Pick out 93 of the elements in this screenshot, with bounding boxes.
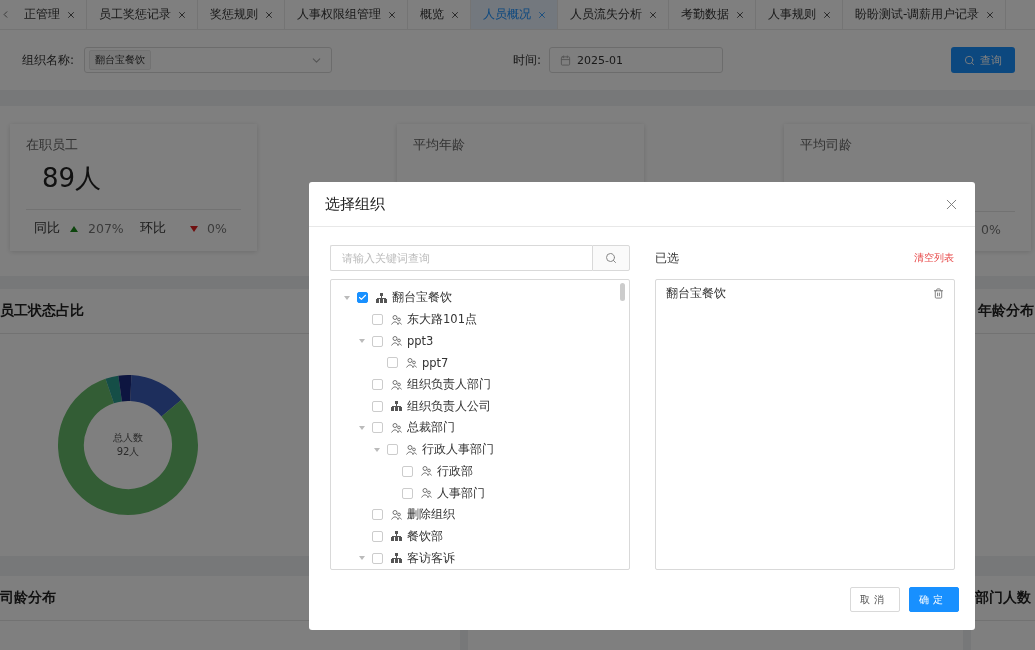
expand-caret-icon[interactable] [359,339,365,344]
search-icon [964,54,975,66]
tree-node[interactable]: 组织负责人公司 [337,395,629,418]
compare-label: 环比 [140,220,167,237]
node-label: 总裁部门 [407,420,455,436]
close-icon[interactable] [648,9,658,20]
checkbox[interactable] [372,422,383,434]
dialog-title: 选择组织 [325,194,385,214]
cancel-button[interactable]: 取消 [850,587,900,612]
close-icon[interactable] [177,9,187,20]
close-icon[interactable] [450,9,460,20]
compare-value: 0% [981,222,1002,237]
expand-caret-icon[interactable] [344,295,350,300]
stat-value: 89人 [41,162,103,195]
organization-icon [391,553,402,564]
people-icon [406,357,417,368]
scrollbar-thumb[interactable] [620,283,625,301]
organization-select[interactable]: 翻台宝餐饮 [84,47,333,73]
checkbox[interactable] [402,465,413,477]
checkbox[interactable] [357,292,368,304]
tree-node[interactable]: 客访客诉 [337,547,629,569]
tree-node[interactable]: 删除组织 [337,503,629,526]
tree-node[interactable]: 行政人事部门 [337,438,629,461]
clear-list-link[interactable]: 清空列表 [914,251,954,265]
compare-value: 207% [88,221,125,236]
search-field[interactable]: 请输入关键词查询 [330,245,592,271]
trash-icon[interactable] [933,287,944,299]
node-label: 人事部门 [437,485,485,501]
node-label: 组织负责人部门 [407,377,491,393]
node-label: 餐饮部 [407,528,443,544]
close-icon[interactable] [537,9,547,20]
close-icon[interactable] [387,9,397,20]
checkbox[interactable] [372,509,383,521]
checkbox[interactable] [402,487,413,499]
node-label: ppt7 [422,355,449,370]
organization-icon [376,292,387,303]
checkbox[interactable] [372,552,383,564]
close-icon[interactable] [264,9,274,20]
checkbox[interactable] [387,444,398,456]
ok-button[interactable]: 确定 [909,587,959,612]
checkbox[interactable] [372,314,383,326]
tree-node[interactable]: 总裁部门 [337,417,629,439]
close-icon[interactable] [822,9,832,20]
node-label: 删除组织 [407,507,455,523]
selected-item: 翻台宝餐饮 [666,285,726,301]
query-button[interactable]: 查询 [951,47,1015,73]
node-label: 行政部 [437,463,473,479]
node-label: 翻台宝餐饮 [392,290,452,306]
people-icon [406,444,417,455]
tree-node[interactable]: 人事部门 [337,482,629,504]
field-label: 组织名称: [22,51,75,69]
selected-heading: 已选 [655,250,679,266]
stat-title: 平均年龄 [413,136,466,154]
node-label: 行政人事部门 [422,442,494,458]
people-icon [391,422,402,433]
expand-caret-icon[interactable] [374,447,380,452]
organization-icon [391,531,402,542]
checkbox[interactable] [372,379,383,391]
tree-node[interactable]: 组织负责人部门 [337,373,629,396]
tree-node[interactable]: 餐饮部 [337,525,629,548]
search-button[interactable] [592,245,630,271]
people-icon [391,509,402,520]
checkbox[interactable] [372,530,383,542]
date-field[interactable]: 2025-01 [549,47,723,73]
node-label: ppt3 [407,334,434,349]
compare-label: 同比 [34,220,61,237]
close-icon[interactable] [985,9,996,20]
people-icon [421,488,432,499]
close-icon[interactable] [66,9,76,20]
calendar-icon [560,54,571,66]
compare-value: 0% [207,221,228,236]
expand-caret-icon[interactable] [359,425,365,430]
stat-title: 平均司龄 [800,136,853,154]
stat-title: 在职员工 [26,136,79,154]
people-icon [391,314,402,325]
node-label: 组织负责人公司 [407,398,491,414]
field-label: 时间: [512,51,541,69]
node-label: 客访客诉 [407,550,455,566]
checkbox[interactable] [387,357,398,369]
close-icon[interactable] [735,9,745,20]
donut-value: 92人 [116,445,140,459]
checkbox[interactable] [372,400,383,412]
tree-node[interactable]: ppt7 [337,352,629,374]
donut-label: 总人数 [113,431,143,445]
organization-icon [391,401,402,412]
search-icon [605,252,617,264]
checkbox[interactable] [372,335,383,347]
people-icon [391,336,402,347]
people-icon [391,379,402,390]
people-icon [421,466,432,477]
selected-tag: 翻台宝餐饮 [89,50,152,70]
tree-node[interactable]: 行政部 [337,460,629,483]
expand-caret-icon[interactable] [359,556,365,561]
